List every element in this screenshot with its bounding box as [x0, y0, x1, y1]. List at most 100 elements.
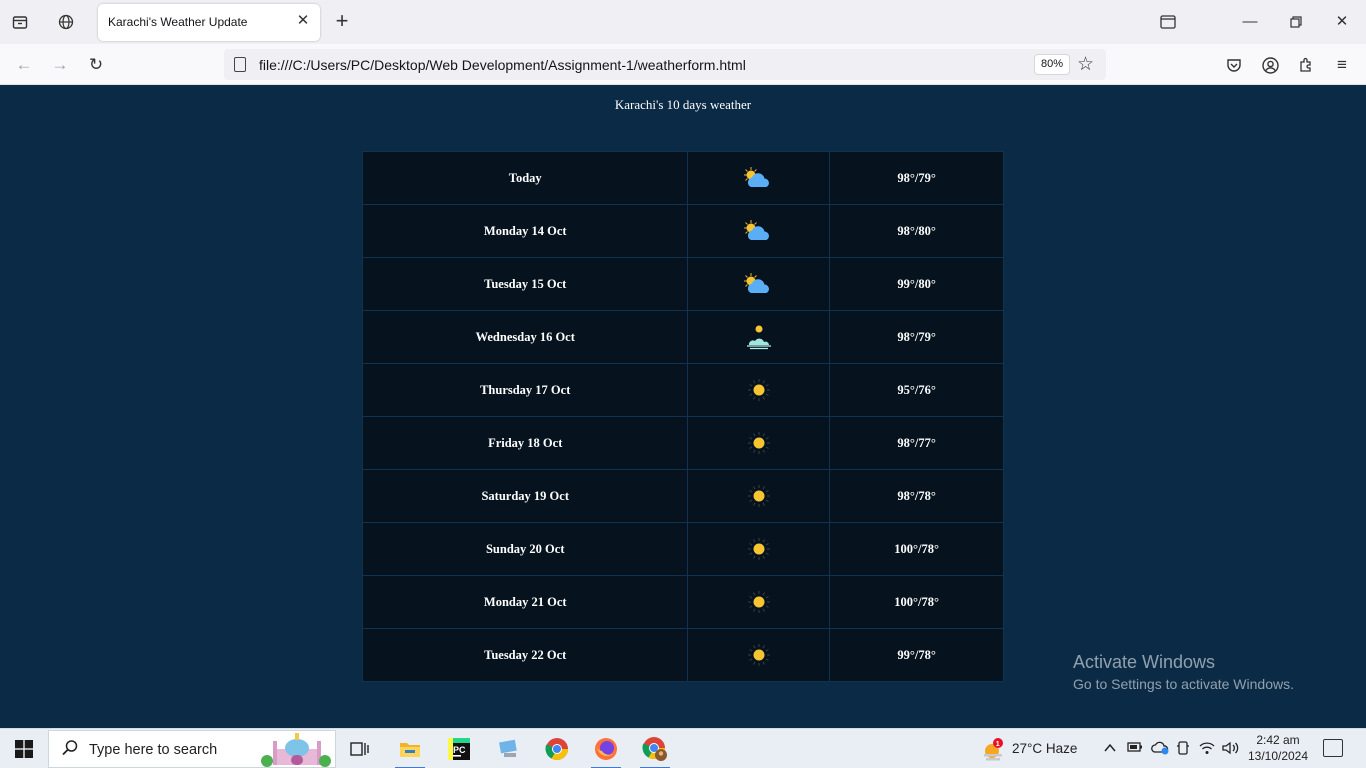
weather-row: Wednesday 16 Oct 98°/79°: [361, 310, 1004, 364]
temperature-range: 98°/80°: [829, 204, 1004, 258]
pocket-icon[interactable]: [1223, 54, 1245, 76]
search-highlight-icon: [259, 731, 333, 767]
weather-alert-badge: 1: [996, 741, 1000, 748]
day-label: Thursday 17 Oct: [361, 363, 689, 417]
menu-icon[interactable]: ≡: [1331, 54, 1353, 76]
window-list-icon[interactable]: [1156, 10, 1180, 34]
sunny-icon: [688, 643, 829, 667]
extensions-icon[interactable]: [1295, 54, 1317, 76]
notification-icon[interactable]: [1323, 739, 1343, 757]
watermark-subtitle: Go to Settings to activate Windows.: [1073, 676, 1294, 692]
weather-icon-cell: [687, 628, 831, 682]
sunny-icon: [688, 590, 829, 614]
weather-icon-cell: [687, 151, 831, 205]
close-window-button[interactable]: ✕: [1330, 10, 1354, 34]
task-view-icon[interactable]: [338, 733, 380, 765]
temperature-range: 99°/80°: [829, 257, 1004, 311]
temperature-range: 99°/78°: [829, 628, 1004, 682]
speaker-icon[interactable]: [1222, 741, 1239, 757]
day-label: Tuesday 15 Oct: [361, 257, 689, 311]
weather-icon-cell: [687, 416, 831, 470]
wifi-icon[interactable]: [1199, 741, 1215, 757]
chrome-profile-icon[interactable]: [634, 733, 676, 768]
temperature-range: 100°/78°: [829, 522, 1004, 576]
restore-button[interactable]: [1284, 10, 1308, 34]
zoom-level-button[interactable]: 80%: [1034, 54, 1071, 75]
weather-row: Monday 14 Oct 98°/80°: [361, 204, 1004, 258]
activate-windows-watermark: Activate Windows Go to Settings to activ…: [1073, 652, 1294, 692]
partly-cloudy-icon: [688, 166, 829, 190]
browser-nav-bar: ← → ↻ file:///C:/Users/PC/Desktop/Web De…: [0, 44, 1366, 85]
weather-summary: 27°C Haze: [1012, 741, 1078, 756]
clock-date: 13/10/2024: [1247, 749, 1309, 763]
pycharm-icon[interactable]: PC: [438, 733, 480, 765]
day-label: Monday 14 Oct: [361, 204, 689, 258]
weather-icon-cell: [687, 469, 831, 523]
back-arrow-icon[interactable]: ←: [13, 54, 35, 76]
sunny-icon: [688, 378, 829, 402]
taskbar-weather[interactable]: 1 27°C Haze: [982, 738, 1082, 762]
reload-icon[interactable]: ↻: [85, 54, 107, 76]
day-label: Wednesday 16 Oct: [361, 310, 689, 364]
day-label: Sunday 20 Oct: [361, 522, 689, 576]
weather-icon-cell: [687, 257, 831, 311]
tab-list-icon[interactable]: [10, 12, 30, 32]
haze-weather-icon: 1: [984, 738, 1003, 761]
taskbar-clock[interactable]: 2:42 am 13/10/2024: [1247, 732, 1309, 764]
weather-row: Today 98°/79°: [361, 151, 1004, 205]
forward-arrow-icon[interactable]: →: [49, 54, 71, 76]
new-tab-button[interactable]: +: [332, 10, 352, 32]
battery-icon[interactable]: [1127, 741, 1143, 757]
url-text[interactable]: file:///C:/Users/PC/Desktop/Web Developm…: [259, 57, 746, 73]
weather-row: Monday 21 Oct 100°/78°: [361, 575, 1004, 629]
taskbar-search-box[interactable]: Type here to search: [48, 730, 336, 768]
globe-icon[interactable]: [56, 12, 76, 32]
sunny-icon: [688, 484, 829, 508]
account-icon[interactable]: [1259, 54, 1281, 76]
weather-row: Sunday 20 Oct 100°/78°: [361, 522, 1004, 576]
device-icon[interactable]: [1175, 741, 1191, 757]
close-icon[interactable]: ✕: [294, 11, 312, 31]
sunny-icon: [688, 537, 829, 561]
weather-row: Tuesday 15 Oct 99°/80°: [361, 257, 1004, 311]
day-label: Saturday 19 Oct: [361, 469, 689, 523]
weather-row: Tuesday 22 Oct 99°/78°: [361, 628, 1004, 682]
weather-icon-cell: [687, 575, 831, 629]
address-bar[interactable]: file:///C:/Users/PC/Desktop/Web Developm…: [224, 49, 1106, 80]
temperature-range: 98°/79°: [829, 310, 1004, 364]
chrome-icon[interactable]: [536, 733, 578, 765]
firefox-icon[interactable]: [585, 733, 627, 768]
weather-row: Thursday 17 Oct 95°/76°: [361, 363, 1004, 417]
weather-icon-cell: [687, 204, 831, 258]
temperature-range: 100°/78°: [829, 575, 1004, 629]
weather-icon-cell: [687, 310, 831, 364]
watermark-title: Activate Windows: [1073, 652, 1216, 672]
weather-page: Karachi's 10 days weather Today 98°/79° Mo…: [0, 85, 1366, 728]
tab-title: Karachi's Weather Update: [108, 15, 248, 29]
onedrive-sync-icon[interactable]: [1151, 741, 1169, 757]
partly-cloudy-icon: [688, 219, 829, 243]
chevron-up-icon[interactable]: [1102, 741, 1118, 757]
day-label: Monday 21 Oct: [361, 575, 689, 629]
weather-row: Friday 18 Oct 98°/77°: [361, 416, 1004, 470]
haze-sun-icon: [688, 324, 829, 350]
minimize-button[interactable]: —: [1238, 10, 1262, 34]
svg-text:PC: PC: [453, 745, 466, 755]
temperature-range: 98°/78°: [829, 469, 1004, 523]
weather-icon-cell: [687, 522, 831, 576]
weather-row: Saturday 19 Oct 98°/78°: [361, 469, 1004, 523]
search-placeholder: Type here to search: [89, 742, 218, 758]
weather-table: Today 98°/79° Monday 14 Oct 98°/80° Tuesday …: [361, 151, 1004, 682]
page-icon: [234, 57, 246, 72]
file-explorer-icon[interactable]: [389, 733, 431, 768]
bookmark-star-icon[interactable]: ☆: [1077, 53, 1094, 76]
windows-start-icon[interactable]: [8, 737, 40, 761]
day-label: Today: [361, 151, 689, 205]
partly-cloudy-icon: [688, 272, 829, 296]
page-heading: Karachi's 10 days weather: [614, 97, 752, 112]
tab-weather[interactable]: Karachi's Weather Update ✕: [98, 4, 320, 41]
clock-time: 2:42 am: [1256, 733, 1300, 747]
temperature-range: 98°/79°: [829, 151, 1004, 205]
computer-app-icon[interactable]: [488, 733, 530, 765]
temperature-range: 95°/76°: [829, 363, 1004, 417]
